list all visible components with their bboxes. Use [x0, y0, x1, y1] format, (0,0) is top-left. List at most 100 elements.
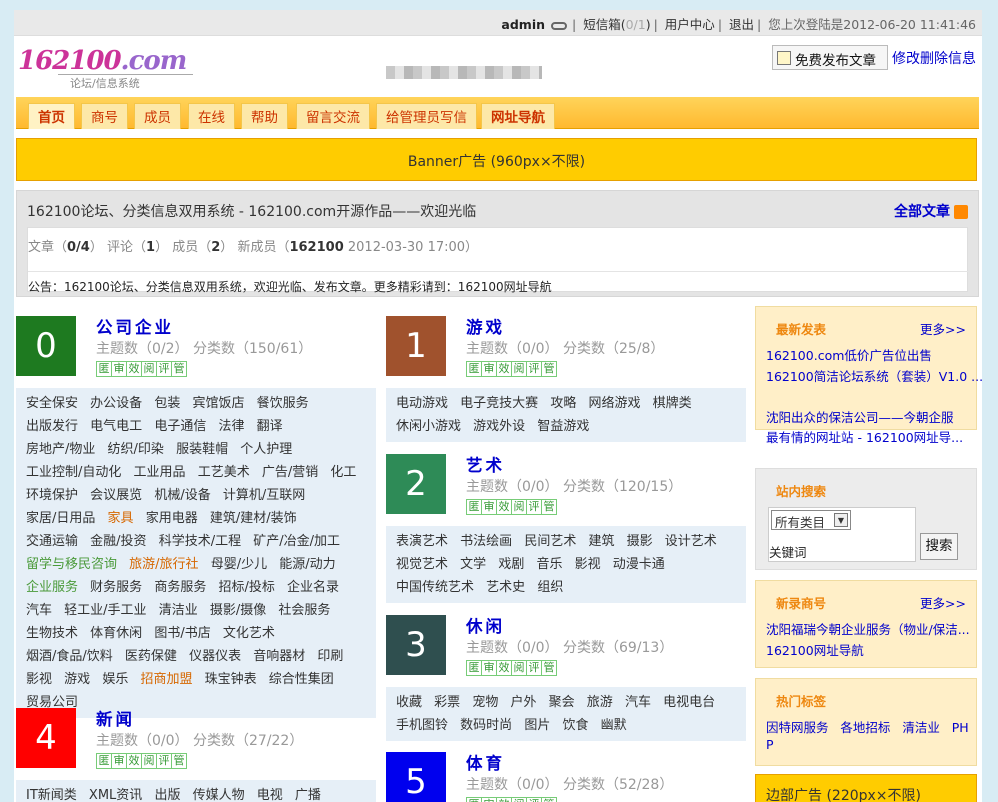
- latest-post-item[interactable]: 162100.com低价广告位出售: [766, 345, 932, 364]
- nav-shops[interactable]: 商号: [81, 103, 128, 129]
- subcategory-link[interactable]: 建筑/建材/装饰: [210, 511, 297, 526]
- subcategory-link[interactable]: 电动游戏: [396, 396, 448, 411]
- subcategory-link[interactable]: 宠物: [472, 695, 498, 710]
- nav-url-guide[interactable]: 网址导航: [481, 103, 555, 129]
- subcategory-link[interactable]: 汽车: [26, 603, 52, 618]
- latest-post-item[interactable]: 沈阳出众的保洁公司——今朝企服: [766, 407, 954, 426]
- user-center-link[interactable]: 用户中心: [665, 17, 715, 32]
- subcategory-link[interactable]: 轻工业/手工业: [64, 603, 146, 618]
- subcategory-link[interactable]: 电视电台: [663, 695, 715, 710]
- new-member-link[interactable]: 162100: [289, 240, 343, 255]
- category-name-link[interactable]: 公司企业: [96, 314, 174, 338]
- site-logo[interactable]: 162100.com 论坛/信息系统: [18, 46, 198, 90]
- subcategory-link[interactable]: 烟酒/食品/饮料: [26, 649, 113, 664]
- subcategory-link[interactable]: 手机图铃: [396, 718, 448, 733]
- subcategory-link[interactable]: 收藏: [396, 695, 422, 710]
- subcategory-link[interactable]: 汽车: [625, 695, 651, 710]
- subcategory-link[interactable]: 出版: [154, 788, 180, 802]
- subcategory-link[interactable]: 棋牌类: [653, 396, 692, 411]
- publish-article-button[interactable]: 免费发布文章: [772, 45, 888, 70]
- subcategory-link[interactable]: 书法绘画: [460, 534, 512, 549]
- nav-online[interactable]: 在线: [188, 103, 235, 129]
- subcategory-link[interactable]: 交通运输: [26, 534, 78, 549]
- subcategory-link[interactable]: 珠宝钟表: [205, 672, 257, 687]
- category-number-badge[interactable]: 2: [386, 454, 446, 514]
- subcategory-link[interactable]: 能源/动力: [279, 557, 335, 572]
- subcategory-link[interactable]: 娱乐: [102, 672, 128, 687]
- subcategory-link[interactable]: 会议展览: [90, 488, 142, 503]
- subcategory-link[interactable]: 摄影/摄像: [210, 603, 266, 618]
- subcategory-link[interactable]: 设计艺术: [665, 534, 717, 549]
- subcategory-link[interactable]: 个人护理: [240, 442, 292, 457]
- subcategory-link[interactable]: IT新闻类: [26, 788, 77, 802]
- nav-home[interactable]: 首页: [28, 103, 75, 129]
- subcategory-link[interactable]: 生物技术: [26, 626, 78, 641]
- subcategory-link[interactable]: 招商加盟: [140, 672, 192, 687]
- subcategory-link[interactable]: 综合性集团: [269, 672, 334, 687]
- latest-post-item[interactable]: 162100简洁论坛系统（套装）V1.0 ...: [766, 366, 982, 385]
- subcategory-link[interactable]: 游戏: [64, 672, 90, 687]
- subcategory-link[interactable]: 工业控制/自动化: [26, 465, 121, 480]
- subcategory-link[interactable]: 音乐: [536, 557, 562, 572]
- subcategory-link[interactable]: 文化艺术: [223, 626, 275, 641]
- latest-more-link[interactable]: 更多>>: [920, 319, 966, 338]
- subcategory-link[interactable]: 游戏外设: [473, 419, 525, 434]
- subcategory-link[interactable]: 出版发行: [26, 419, 78, 434]
- subcategory-link[interactable]: 环境保护: [26, 488, 78, 503]
- subcategory-link[interactable]: 户外: [510, 695, 536, 710]
- category-select[interactable]: 所有类目 ▼: [771, 510, 851, 530]
- subcategory-link[interactable]: 文学: [460, 557, 486, 572]
- subcategory-link[interactable]: 法律: [218, 419, 244, 434]
- rss-icon[interactable]: [954, 205, 968, 219]
- subcategory-link[interactable]: 广告/营销: [262, 465, 318, 480]
- nav-members[interactable]: 成员: [134, 103, 181, 129]
- subcategory-link[interactable]: 化工: [330, 465, 356, 480]
- inbox-link[interactable]: 短信箱(0/1): [583, 17, 650, 32]
- subcategory-link[interactable]: 休闲小游戏: [396, 419, 461, 434]
- subcategory-link[interactable]: 服装鞋帽: [176, 442, 228, 457]
- subcategory-link[interactable]: 清洁业: [159, 603, 198, 618]
- subcategory-link[interactable]: 旅游: [587, 695, 613, 710]
- subcategory-link[interactable]: 房地产/物业: [26, 442, 95, 457]
- subcategory-link[interactable]: 视觉艺术: [396, 557, 448, 572]
- subcategory-link[interactable]: 攻略: [550, 396, 576, 411]
- subcategory-link[interactable]: 招标/投标: [218, 580, 274, 595]
- shop-item[interactable]: 162100网址导航: [766, 640, 864, 659]
- subcategory-link[interactable]: 广播: [295, 788, 321, 802]
- subcategory-link[interactable]: 企业服务: [26, 580, 78, 595]
- category-name-link[interactable]: 游戏: [466, 314, 505, 338]
- search-button[interactable]: 搜索: [920, 533, 958, 560]
- subcategory-link[interactable]: 动漫卡通: [613, 557, 665, 572]
- category-name-link[interactable]: 体育: [466, 750, 505, 774]
- subcategory-link[interactable]: 网络游戏: [588, 396, 640, 411]
- subcategory-link[interactable]: 印刷: [317, 649, 343, 664]
- subcategory-link[interactable]: 留学与移民咨询: [26, 557, 117, 572]
- subcategory-link[interactable]: 传媒人物: [193, 788, 245, 802]
- category-number-badge[interactable]: 1: [386, 316, 446, 376]
- hot-tags-line[interactable]: 因特网服务 各地招标 清洁业 PH: [766, 717, 969, 736]
- subcategory-link[interactable]: 金融/投资: [90, 534, 146, 549]
- subcategory-link[interactable]: 影视: [575, 557, 601, 572]
- subcategory-link[interactable]: 电子竞技大赛: [460, 396, 538, 411]
- subcategory-link[interactable]: 摄影: [627, 534, 653, 549]
- subcategory-link[interactable]: 翻译: [257, 419, 283, 434]
- nav-write-admin[interactable]: 给管理员写信: [376, 103, 477, 129]
- subcategory-link[interactable]: 艺术史: [486, 580, 525, 595]
- subcategory-link[interactable]: 旅游/旅行社: [129, 557, 198, 572]
- subcategory-link[interactable]: 音响器材: [253, 649, 305, 664]
- subcategory-link[interactable]: 宾馆饭店: [192, 396, 244, 411]
- subcategory-link[interactable]: 智益游戏: [537, 419, 589, 434]
- hot-tags-line[interactable]: P: [766, 737, 774, 752]
- subcategory-link[interactable]: 医药保健: [125, 649, 177, 664]
- username-link[interactable]: admin: [501, 17, 545, 32]
- subcategory-link[interactable]: 民间艺术: [524, 534, 576, 549]
- banner-ad[interactable]: Banner广告 (960px×不限): [16, 138, 977, 181]
- subcategory-link[interactable]: 企业名录: [287, 580, 339, 595]
- subcategory-link[interactable]: 建筑: [588, 534, 614, 549]
- subcategory-link[interactable]: 彩票: [434, 695, 460, 710]
- logout-link[interactable]: 退出: [729, 17, 754, 32]
- subcategory-link[interactable]: 体育休闲: [90, 626, 142, 641]
- category-name-link[interactable]: 休闲: [466, 613, 505, 637]
- latest-post-item[interactable]: 最有情的网址站 - 162100网址导...: [766, 427, 963, 446]
- subcategory-link[interactable]: 科学技术/工程: [159, 534, 241, 549]
